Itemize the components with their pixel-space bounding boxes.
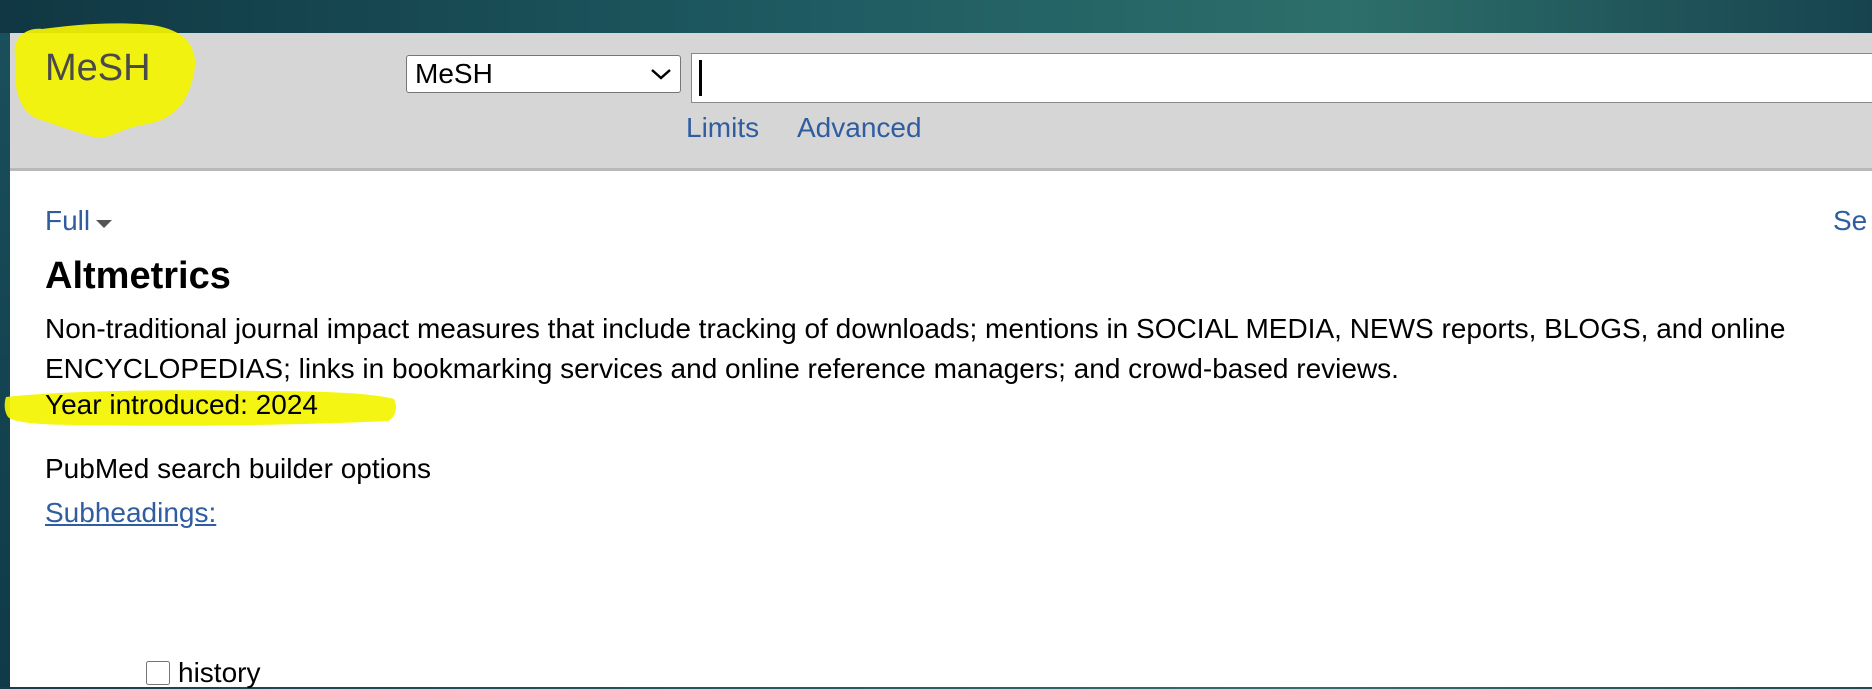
search-builder-heading: PubMed search builder options xyxy=(45,453,432,484)
scope-note: Non-traditional journal impact measures … xyxy=(45,313,1786,384)
page-title: Altmetrics xyxy=(45,255,231,297)
display-format-toggle[interactable]: Full xyxy=(45,205,113,237)
year-introduced-label: Year introduced: xyxy=(45,389,248,420)
search-input[interactable] xyxy=(691,53,1872,103)
window-top-frame xyxy=(0,0,1872,33)
window-left-frame xyxy=(0,33,10,687)
subheadings-link[interactable]: Subheadings: xyxy=(45,497,216,529)
main-content: Full Se Altmetrics Non-traditional journ… xyxy=(4,171,1872,689)
display-format-label: Full xyxy=(45,205,91,236)
search-header: MeSH MeSH Limits Advanced xyxy=(10,23,1872,171)
caret-down-icon xyxy=(96,220,113,228)
subheading-label: history xyxy=(178,657,261,688)
app-title: MeSH xyxy=(45,47,151,89)
advanced-link[interactable]: Advanced xyxy=(797,112,922,144)
text-cursor xyxy=(699,60,702,96)
database-select-value: MeSH xyxy=(415,58,493,89)
send-to-link[interactable]: Se xyxy=(1833,205,1867,237)
database-select[interactable]: MeSH xyxy=(406,55,681,93)
year-introduced-value: 2024 xyxy=(255,389,318,420)
chevron-down-icon xyxy=(651,69,671,80)
subheading-checkbox-history[interactable] xyxy=(146,661,170,685)
year-introduced: Year introduced: 2024 xyxy=(45,389,318,421)
subheading-option[interactable]: history xyxy=(146,657,260,689)
limits-link[interactable]: Limits xyxy=(686,112,759,144)
